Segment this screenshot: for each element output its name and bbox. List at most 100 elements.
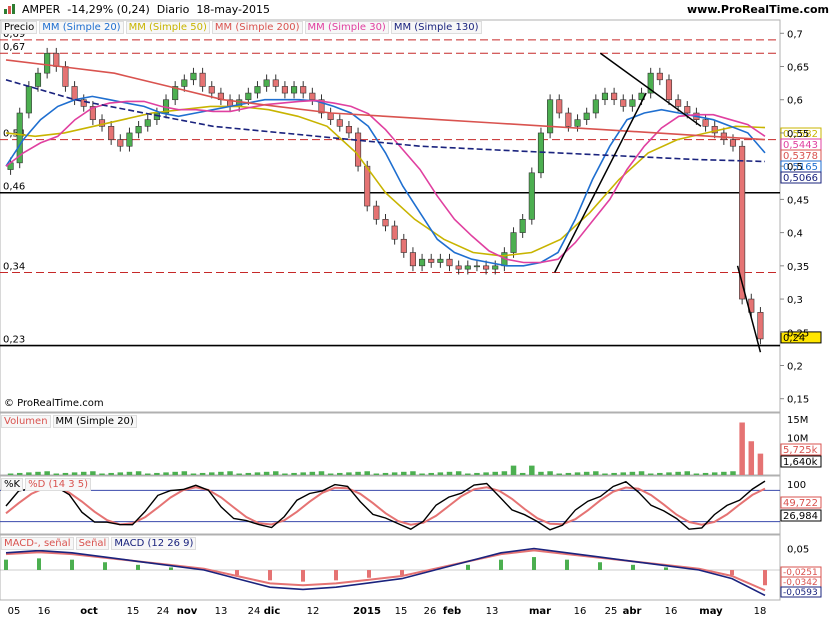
volume-bar <box>190 473 197 475</box>
macd-histogram-bar <box>598 562 602 570</box>
volume-bar <box>35 471 41 475</box>
price-y-tick-label: 0,65 <box>787 63 809 74</box>
volume-bar <box>126 471 133 475</box>
candle <box>34 72 42 87</box>
volume-bar <box>346 472 352 475</box>
volume-bar <box>483 472 489 475</box>
value-badge-label: 1,640k <box>783 457 818 468</box>
price-panel <box>0 19 781 413</box>
macd-histogram-bar <box>235 570 239 576</box>
candle <box>44 52 51 74</box>
candle <box>126 132 133 147</box>
volume-bar <box>455 471 462 475</box>
volume-y-tick-label: 10M <box>787 434 808 445</box>
volume-bar <box>721 471 727 475</box>
candle <box>80 99 87 107</box>
candle <box>199 72 206 87</box>
candle <box>345 126 352 134</box>
candle <box>25 86 32 114</box>
candle <box>53 52 60 67</box>
volume-legend-item[interactable]: MM (Simple 20) <box>52 415 137 428</box>
candle <box>592 99 599 114</box>
volume-bar <box>16 472 23 475</box>
candle <box>208 86 215 94</box>
x-axis-tick-label: may <box>699 606 723 617</box>
volume-bar <box>711 472 718 475</box>
volume-bar <box>172 471 178 475</box>
volume-bar <box>291 472 297 475</box>
macd-histogram-bar <box>730 570 734 576</box>
candle <box>702 119 709 127</box>
price-y-tick-label: 0,45 <box>787 195 809 206</box>
price-y-tick-label: 0,15 <box>787 395 809 406</box>
volume-bar <box>44 471 50 475</box>
volume-bar <box>90 471 96 475</box>
volume-bar <box>446 471 453 475</box>
macd-legend-item[interactable]: Señal <box>75 537 110 550</box>
x-axis-tick-label: 26 <box>424 606 437 617</box>
stochastic-legend-item[interactable]: %K <box>1 478 24 491</box>
candle <box>327 112 334 120</box>
candle <box>309 92 316 101</box>
volume-bar <box>245 472 252 475</box>
price-legend-item[interactable]: MM (Simple 20) <box>39 21 124 34</box>
volume-bar <box>300 472 306 475</box>
x-axis-tick-label: 25 <box>605 606 618 617</box>
candle <box>71 86 78 101</box>
volume-bar <box>629 471 636 475</box>
macd-histogram-bar <box>367 570 371 578</box>
volume-bar <box>391 472 398 475</box>
volume-bar <box>337 472 343 475</box>
volume-bar <box>638 471 645 475</box>
x-axis-tick-label: oct <box>80 606 98 617</box>
macd-legend-item[interactable]: MACD-, señal <box>1 537 74 550</box>
candle <box>419 258 426 267</box>
price-legend-item[interactable]: MM (Simple 200) <box>211 21 303 34</box>
volume-bar <box>748 441 755 475</box>
volume-bar <box>163 472 169 475</box>
volume-bar <box>647 473 654 475</box>
level-label: 0,67 <box>3 42 25 53</box>
candle <box>108 126 115 140</box>
candle <box>492 265 499 270</box>
macd-histogram-bar <box>37 558 41 570</box>
price-legend-item[interactable]: MM (Simple 130) <box>390 21 482 34</box>
x-axis-tick-label: dic <box>264 606 281 617</box>
price-legend-item[interactable]: MM (Simple 50) <box>125 21 210 34</box>
volume-legend-item[interactable]: Volumen <box>1 415 51 428</box>
chart-canvas[interactable]: 0,690,670,540,460,340,230,55820,54430,53… <box>0 0 835 620</box>
candle <box>245 92 252 101</box>
macd-histogram-bar <box>70 559 74 570</box>
x-axis-tick-label: 24 <box>248 606 261 617</box>
volume-bar <box>675 471 681 475</box>
stochastic-legend-item[interactable]: %D (14 3 5) <box>25 478 92 491</box>
value-badge-label: 0,5066 <box>783 173 818 184</box>
x-axis-tick-label: 18 <box>754 606 767 617</box>
candle <box>656 72 663 81</box>
stochastic-y-tick-label: 100 <box>787 480 806 491</box>
candle <box>373 205 380 220</box>
volume-bar <box>181 471 188 475</box>
volume-bar <box>80 471 87 475</box>
candle <box>382 219 389 227</box>
volume-bar <box>593 471 599 475</box>
volume-bar <box>282 473 288 475</box>
volume-bar <box>99 473 105 475</box>
candle <box>629 99 636 107</box>
price-y-tick-label: 0,5 <box>787 162 803 173</box>
macd-legend-item[interactable]: MACD (12 26 9) <box>111 537 197 550</box>
volume-bar <box>538 471 544 475</box>
candle <box>729 139 737 147</box>
price-legend-item[interactable]: Precio <box>1 21 38 34</box>
volume-bar <box>702 472 709 475</box>
x-axis-tick-label: 13 <box>215 606 228 617</box>
macd-histogram-bar <box>466 564 470 570</box>
volume-bar <box>236 473 242 475</box>
volume-bar <box>309 471 316 475</box>
price-legend-item[interactable]: MM (Simple 30) <box>304 21 389 34</box>
candle <box>519 219 526 233</box>
x-axis-tick-label: 12 <box>307 606 320 617</box>
volume-bar <box>492 471 498 475</box>
macd-histogram-bar <box>532 557 536 570</box>
volume-bar <box>428 472 434 475</box>
